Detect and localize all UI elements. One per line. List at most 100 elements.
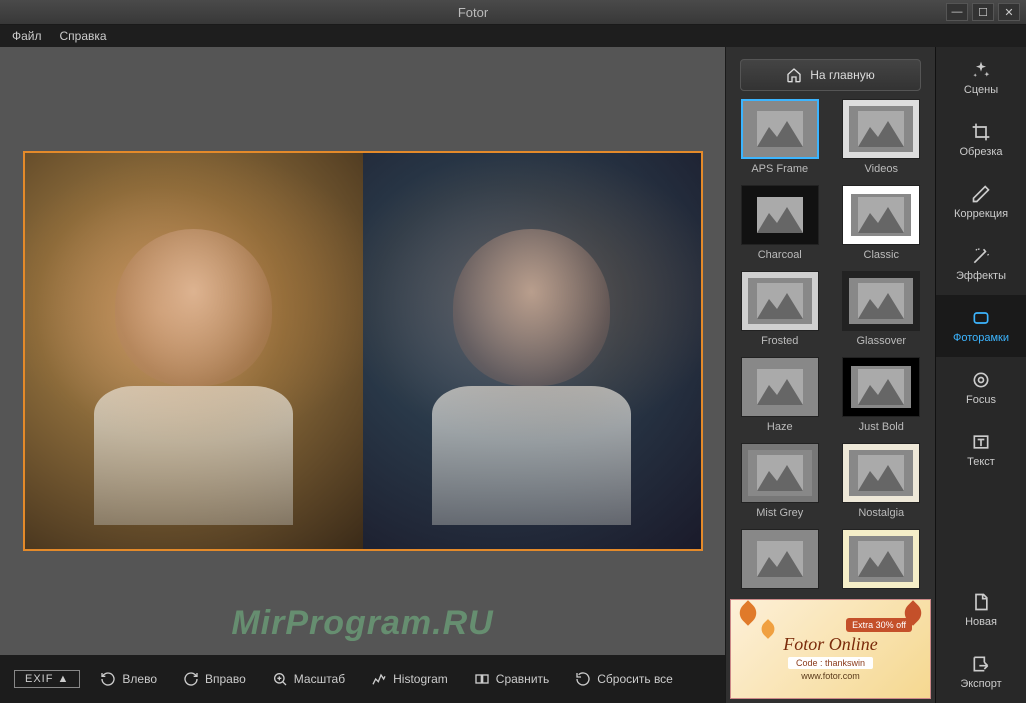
frame-item-just-bold[interactable]: Just Bold: [838, 357, 926, 433]
promo-title: Fotor Online: [783, 634, 878, 655]
histogram-icon: [371, 671, 387, 687]
canvas-area: 2 ◀ RLP100 465 3 ◀ RLP100 MirProgram.RU …: [0, 47, 725, 703]
frame-item-nostalgia[interactable]: Nostalgia: [838, 443, 926, 519]
frame-item-charcoal[interactable]: Charcoal: [736, 185, 824, 261]
rotate-left-icon: [100, 671, 116, 687]
frame-item-extra1[interactable]: [736, 529, 824, 593]
sparkle-icon: [971, 60, 991, 80]
sidebar-focus-label: Focus: [966, 394, 996, 406]
window-controls: — ☐ ✕: [946, 3, 1026, 21]
frame-thumb: [741, 443, 819, 503]
compare-icon: [474, 671, 490, 687]
maximize-button[interactable]: ☐: [972, 3, 994, 21]
frame-thumb: [741, 529, 819, 589]
sidebar-export[interactable]: Экспорт: [936, 641, 1026, 703]
frame-item-classic[interactable]: Classic: [838, 185, 926, 261]
frame-thumb: [842, 529, 920, 589]
sidebar-text[interactable]: Текст: [936, 419, 1026, 481]
promo-code: Code : thankswin: [788, 657, 873, 669]
wand-icon: [971, 246, 991, 266]
frame-thumb: [741, 185, 819, 245]
sidebar-frames-label: Фоторамки: [953, 332, 1009, 344]
frame-thumb: [842, 271, 920, 331]
minimize-button[interactable]: —: [946, 3, 968, 21]
frame-icon: [971, 308, 991, 328]
sidebar-focus[interactable]: Focus: [936, 357, 1026, 419]
home-button[interactable]: На главную: [740, 59, 921, 91]
export-icon: [971, 654, 991, 674]
zoom-label: Масштаб: [294, 672, 345, 686]
crop-icon: [971, 122, 991, 142]
frame-thumb: [842, 185, 920, 245]
histogram-button[interactable]: Histogram: [365, 667, 454, 691]
rotate-right-label: Вправо: [205, 672, 246, 686]
preview-before: [25, 153, 363, 549]
frames-scroll[interactable]: APS Frame Videos Charcoal Classic Frosted Gla…: [726, 99, 935, 595]
frame-item-frosted[interactable]: Frosted: [736, 271, 824, 347]
bottom-toolbar: EXIF ▲ Влево Вправо Масштаб Histogram Ср…: [0, 655, 725, 703]
frame-label: APS Frame: [751, 163, 808, 175]
app-title: Fotor: [0, 5, 946, 20]
sidebar-text-label: Текст: [967, 456, 995, 468]
rotate-left-label: Влево: [122, 672, 157, 686]
frame-item-haze[interactable]: Haze: [736, 357, 824, 433]
home-label: На главную: [810, 68, 874, 82]
menu-help[interactable]: Справка: [60, 29, 107, 43]
sidebar-crop[interactable]: Обрезка: [936, 109, 1026, 171]
document-icon: [971, 592, 991, 612]
frame-thumb: [741, 271, 819, 331]
reset-label: Сбросить все: [597, 672, 673, 686]
frame-label: Haze: [767, 421, 793, 433]
promo-badge: Extra 30% off: [846, 618, 912, 632]
rotate-right-button[interactable]: Вправо: [177, 667, 252, 691]
frame-item-glassover[interactable]: Glassover: [838, 271, 926, 347]
right-sidebar: Сцены Обрезка Коррекция Эффекты Фоторамк…: [935, 47, 1026, 703]
close-button[interactable]: ✕: [998, 3, 1020, 21]
compare-button[interactable]: Сравнить: [468, 667, 555, 691]
frame-item-extra2[interactable]: [838, 529, 926, 593]
rotate-left-button[interactable]: Влево: [94, 667, 163, 691]
pencil-icon: [971, 184, 991, 204]
rotate-right-icon: [183, 671, 199, 687]
zoom-icon: [272, 671, 288, 687]
sidebar-scenes[interactable]: Сцены: [936, 47, 1026, 109]
photo-preview: 2 ◀ RLP100 465 3 ◀ RLP100: [23, 151, 703, 551]
text-icon: [971, 432, 991, 452]
sidebar-scenes-label: Сцены: [964, 84, 998, 96]
reset-icon: [575, 671, 591, 687]
exif-button[interactable]: EXIF ▲: [14, 670, 80, 688]
sidebar-new[interactable]: Новая: [936, 579, 1026, 641]
sidebar-correction-label: Коррекция: [954, 208, 1008, 220]
frame-item-mist-grey[interactable]: Mist Grey: [736, 443, 824, 519]
target-icon: [971, 370, 991, 390]
frame-item-videos[interactable]: Videos: [838, 99, 926, 175]
frame-thumb: [741, 99, 819, 159]
frame-thumb: [842, 99, 920, 159]
frame-label: Just Bold: [859, 421, 904, 433]
titlebar: Fotor — ☐ ✕: [0, 0, 1026, 25]
sidebar-crop-label: Обрезка: [959, 146, 1002, 158]
menu-file[interactable]: Файл: [12, 29, 42, 43]
sidebar-frames[interactable]: Фоторамки: [936, 295, 1026, 357]
promo-url: www.fotor.com: [801, 671, 860, 681]
zoom-button[interactable]: Масштаб: [266, 667, 351, 691]
frame-thumb: [842, 443, 920, 503]
frame-thumb: [741, 357, 819, 417]
frame-label: Glassover: [856, 335, 906, 347]
canvas-viewport[interactable]: 2 ◀ RLP100 465 3 ◀ RLP100: [0, 47, 725, 655]
frame-label: Frosted: [761, 335, 798, 347]
menubar: Файл Справка: [0, 25, 1026, 47]
home-icon: [786, 67, 802, 83]
reset-button[interactable]: Сбросить все: [569, 667, 679, 691]
promo-banner[interactable]: Extra 30% off Fotor Online Code : thanks…: [730, 599, 931, 699]
frame-label: Nostalgia: [858, 507, 904, 519]
frame-item-aps-frame[interactable]: APS Frame: [736, 99, 824, 175]
frame-label: Charcoal: [758, 249, 802, 261]
frame-label: Classic: [864, 249, 899, 261]
sidebar-correction[interactable]: Коррекция: [936, 171, 1026, 233]
histogram-label: Histogram: [393, 672, 448, 686]
frame-thumb: [842, 357, 920, 417]
frame-label: Mist Grey: [756, 507, 803, 519]
sidebar-new-label: Новая: [965, 616, 997, 628]
sidebar-effects[interactable]: Эффекты: [936, 233, 1026, 295]
